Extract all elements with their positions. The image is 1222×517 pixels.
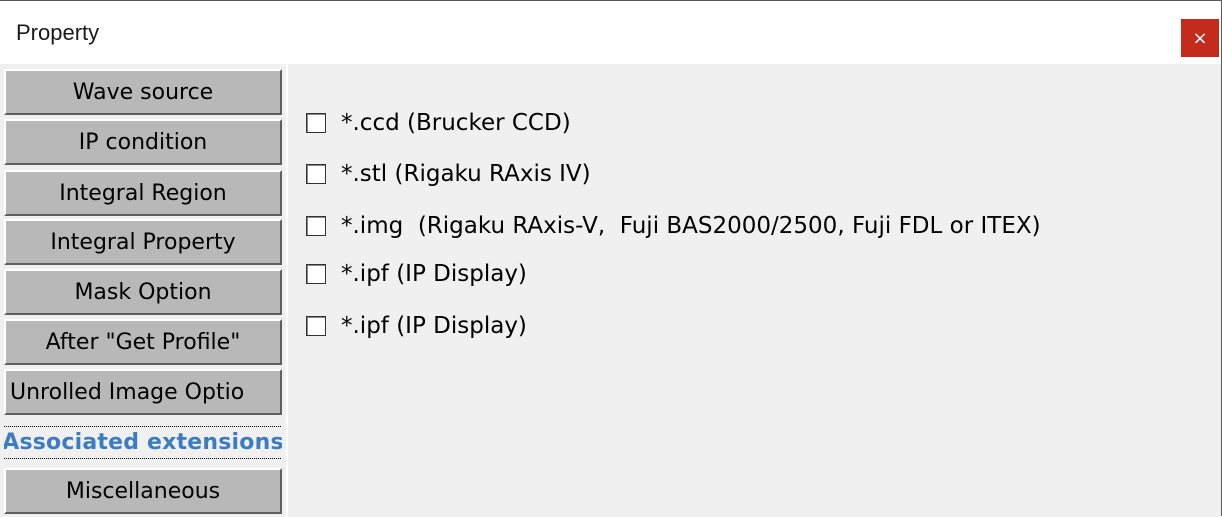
close-button[interactable]: × xyxy=(1181,19,1219,57)
tab-label: After "Get Profile" xyxy=(45,329,241,355)
tab-label: Unrolled Image Optio xyxy=(10,379,245,405)
tab-label: Associated extensions xyxy=(2,425,284,459)
associated-extensions-panel: *.ccd (Brucker CCD) *.stl (Rigaku RAxis … xyxy=(286,64,1220,517)
tab-integral-property[interactable]: Integral Property xyxy=(4,219,282,265)
tab-unrolled-image-option[interactable]: Unrolled Image Optio xyxy=(4,369,282,415)
img-checkbox[interactable] xyxy=(306,216,326,236)
client-area: Wave source IP condition Integral Region… xyxy=(0,64,1221,517)
stl-checkbox[interactable] xyxy=(306,164,326,184)
tab-after-get-profile[interactable]: After "Get Profile" xyxy=(4,319,282,365)
option-label: *.ipf (IP Display) xyxy=(341,261,527,287)
tab-ip-condition[interactable]: IP condition xyxy=(4,119,282,165)
option-ccd[interactable]: *.ccd (Brucker CCD) xyxy=(306,110,571,136)
tab-label: Mask Option xyxy=(74,279,212,305)
option-ipf-2[interactable]: *.ipf (IP Display) xyxy=(306,313,527,339)
option-label: *.ipf (IP Display) xyxy=(341,313,527,339)
tab-integral-region[interactable]: Integral Region xyxy=(4,170,282,216)
option-label: *.stl (Rigaku RAxis IV) xyxy=(341,161,591,187)
title-bar[interactable]: Property × xyxy=(0,1,1221,63)
ccd-checkbox[interactable] xyxy=(306,113,326,133)
tab-wave-source[interactable]: Wave source xyxy=(4,69,282,115)
option-ipf-1[interactable]: *.ipf (IP Display) xyxy=(306,261,527,287)
tab-mask-option[interactable]: Mask Option xyxy=(4,269,282,315)
tab-label: Miscellaneous xyxy=(65,478,221,504)
tab-label: Wave source xyxy=(72,79,214,105)
property-window: Property × Wave source IP condition Inte… xyxy=(0,0,1222,517)
tab-label: IP condition xyxy=(78,129,208,155)
tab-associated-extensions[interactable]: Associated extensions xyxy=(2,419,284,465)
option-stl[interactable]: *.stl (Rigaku RAxis IV) xyxy=(306,161,591,187)
window-title: Property xyxy=(16,20,100,45)
option-label: *.ccd (Brucker CCD) xyxy=(341,110,571,136)
close-icon: × xyxy=(1192,27,1208,49)
ipf-checkbox[interactable] xyxy=(306,264,326,284)
tab-label: Integral Region xyxy=(59,180,227,206)
ipf-checkbox[interactable] xyxy=(306,316,326,336)
tab-label: Integral Property xyxy=(50,229,236,255)
tab-miscellaneous[interactable]: Miscellaneous xyxy=(4,468,282,514)
option-label: *.img (Rigaku RAxis-V, Fuji BAS2000/2500… xyxy=(341,213,1041,239)
option-img[interactable]: *.img (Rigaku RAxis-V, Fuji BAS2000/2500… xyxy=(306,213,1041,239)
